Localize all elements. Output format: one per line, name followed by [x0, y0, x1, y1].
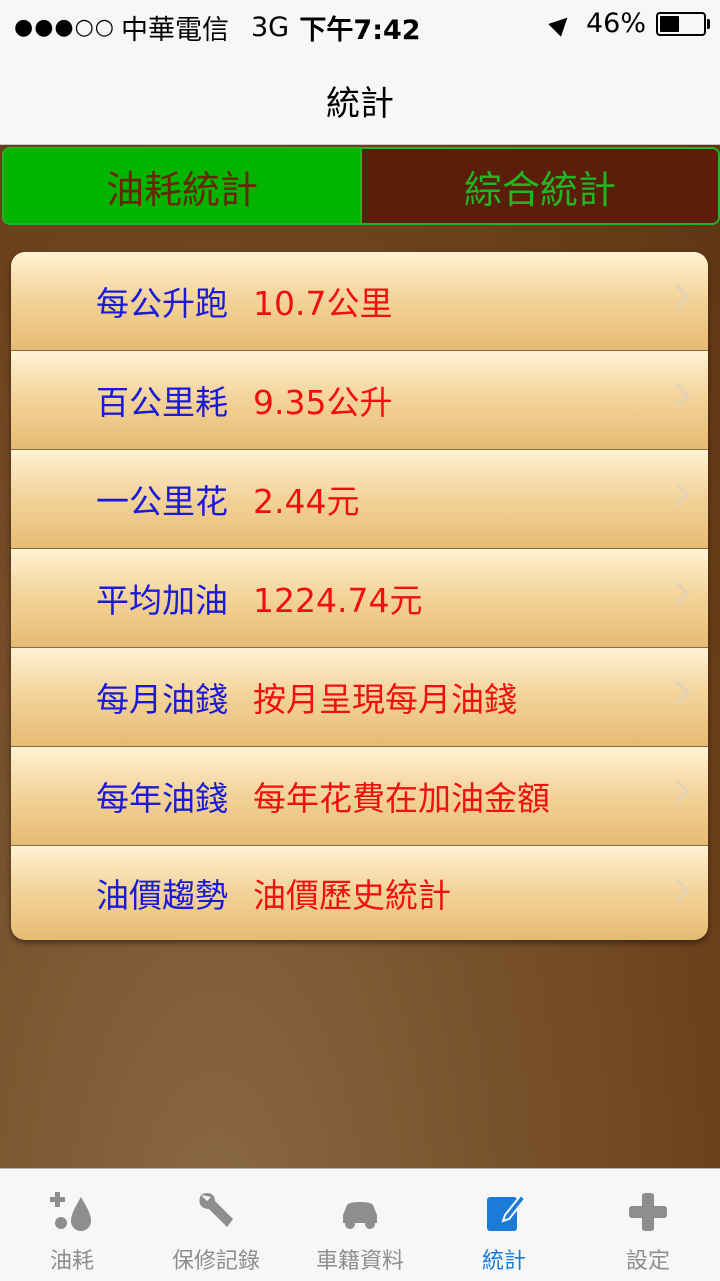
tab-statistics[interactable]: 統計: [432, 1169, 576, 1281]
car-icon: [343, 1202, 377, 1229]
tab-settings[interactable]: 設定: [576, 1169, 720, 1281]
chevron-right-icon: [665, 779, 690, 804]
segment-overall-stats[interactable]: 綜合統計: [360, 149, 718, 223]
list-item-monthly-fuel-cost[interactable]: 每月油錢 按月呈現每月油錢: [11, 648, 708, 747]
plus-icon: [629, 1193, 667, 1231]
row-value: 按月呈現每月油錢: [253, 680, 517, 719]
status-right: 46%: [548, 8, 710, 39]
list-item-liters-per-100km[interactable]: 百公里耗 9.35公升: [11, 351, 708, 450]
list-item-fuel-price-trend[interactable]: 油價趨勢 油價歷史統計: [11, 846, 708, 940]
row-label: 一公里花: [96, 482, 228, 521]
tab-label: 統計: [481, 1249, 526, 1274]
chevron-right-icon: [665, 581, 690, 606]
chevron-right-icon: [665, 482, 690, 507]
chevron-right-icon: [665, 284, 690, 309]
tab-vehicle-info[interactable]: 車籍資料: [288, 1169, 432, 1281]
row-label: 每年油錢: [96, 779, 228, 818]
row-label: 平均加油: [96, 581, 228, 620]
tab-bar: 油耗 保修記錄 車籍資料 統計 設定: [0, 1168, 720, 1281]
row-label: 百公里耗: [96, 383, 228, 422]
segment-fuel-stats[interactable]: 油耗統計: [4, 149, 360, 223]
list-item-yearly-fuel-cost[interactable]: 每年油錢 每年花費在加油金額: [11, 747, 708, 846]
chevron-right-icon: [665, 680, 690, 705]
row-label: 油價趨勢: [96, 876, 228, 915]
navigation-bar: 統計: [0, 48, 720, 145]
wrench-icon: [199, 1193, 233, 1227]
row-value: 2.44元: [253, 482, 360, 521]
row-value: 9.35公升: [253, 383, 393, 422]
battery-percent: 46%: [585, 8, 646, 39]
location-arrow-icon: [548, 10, 574, 37]
chevron-right-icon: [665, 878, 690, 903]
tab-label: 設定: [625, 1249, 670, 1274]
row-value: 每年花費在加油金額: [253, 779, 550, 818]
list-item-average-refuel[interactable]: 平均加油 1224.74元: [11, 549, 708, 648]
row-value: 10.7公里: [253, 284, 393, 323]
list-item-cost-per-km[interactable]: 一公里花 2.44元: [11, 450, 708, 549]
segmented-control: 油耗統計 綜合統計: [2, 147, 720, 225]
tab-maintenance[interactable]: 保修記錄: [144, 1169, 288, 1281]
stats-list: 每公升跑 10.7公里 百公里耗 9.35公升 一公里花 2.44元 平均加油 …: [11, 252, 708, 940]
row-label: 每公升跑: [96, 284, 228, 323]
row-label: 每月油錢: [96, 680, 228, 719]
row-value: 油價歷史統計: [253, 876, 451, 915]
tab-fuel[interactable]: 油耗: [0, 1169, 144, 1281]
tab-label: 車籍資料: [315, 1249, 404, 1274]
main-content: 油耗統計 綜合統計 每公升跑 10.7公里 百公里耗 9.35公升 一公里花 2…: [0, 145, 720, 1168]
page-title: 統計: [326, 84, 394, 124]
tab-label: 油耗: [49, 1249, 94, 1274]
fuel-drop-icon: [50, 1192, 91, 1231]
chevron-right-icon: [665, 383, 690, 408]
tab-label: 保修記錄: [171, 1249, 260, 1274]
list-item-km-per-liter[interactable]: 每公升跑 10.7公里: [11, 252, 708, 351]
status-bar: ●●●○○ 中華電信 3G 下午7:42 46%: [0, 0, 720, 48]
battery-icon: [656, 11, 710, 36]
notepad-icon: [487, 1193, 527, 1231]
row-value: 1224.74元: [253, 581, 423, 620]
